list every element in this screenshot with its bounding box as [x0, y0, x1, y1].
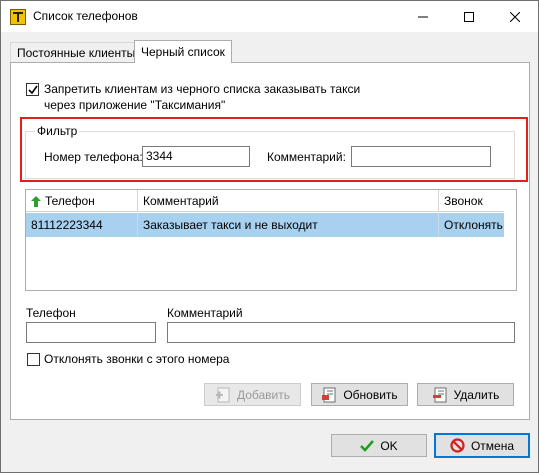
window-title: Список телефонов	[33, 9, 138, 23]
column-header-label: Телефон	[45, 194, 95, 208]
row-phone-cell: 81112223344	[26, 213, 138, 237]
title-bar[interactable]: Список телефонов	[1, 1, 538, 32]
blacklist-table[interactable]: Телефон Комментарий Звонок 81112223344 З…	[25, 189, 517, 291]
block-app-orders-checkbox[interactable]	[26, 83, 39, 96]
row-call-cell: Отклонять	[444, 218, 503, 232]
column-header-phone[interactable]: Телефон	[26, 190, 138, 212]
check-icon	[360, 439, 375, 452]
column-header-comment[interactable]: Комментарий	[138, 190, 439, 212]
maximize-icon	[464, 11, 474, 22]
delete-button[interactable]: Удалить	[417, 383, 514, 406]
column-header-call[interactable]: Звонок	[439, 190, 504, 212]
reject-calls-checkbox[interactable]	[27, 353, 40, 366]
minimize-button[interactable]	[400, 1, 446, 32]
tab-regular-clients[interactable]: Постоянные клиенты	[10, 42, 143, 63]
sort-up-arrow-icon	[31, 195, 41, 207]
checkmark-icon	[28, 85, 38, 95]
cancel-icon	[450, 438, 465, 453]
tab-blacklist[interactable]: Черный список	[134, 40, 232, 63]
add-icon	[215, 387, 230, 402]
comment-label: Комментарий	[167, 306, 243, 320]
ok-button[interactable]: OK	[331, 434, 427, 457]
tab-label: Постоянные клиенты	[17, 46, 136, 60]
block-app-orders-label-line1: Запретить клиентам из черного списка зак…	[44, 82, 361, 96]
update-button-label: Обновить	[343, 387, 398, 402]
delete-icon	[432, 387, 447, 402]
phone-list-window: Список телефонов Постоянные клиенты Черн…	[0, 0, 539, 473]
column-header-label: Комментарий	[143, 194, 219, 208]
reject-calls-label: Отклонять звонки с этого номера	[44, 352, 230, 366]
update-button[interactable]: Обновить	[311, 383, 408, 406]
minimize-icon	[418, 16, 428, 17]
cancel-button-label: Отмена	[470, 438, 515, 453]
add-button[interactable]: Добавить	[204, 383, 301, 406]
taxi-app-icon	[10, 9, 26, 25]
table-row[interactable]: 81112223344 Заказывает такси и не выходи…	[26, 213, 504, 237]
delete-button-label: Удалить	[453, 387, 500, 402]
block-app-orders-label-line2: через приложение "Таксимания"	[44, 98, 226, 112]
update-icon	[322, 387, 336, 402]
phone-input[interactable]	[26, 322, 156, 343]
tab-label: Черный список	[141, 45, 225, 59]
close-button[interactable]	[492, 1, 538, 32]
add-button-label: Добавить	[236, 387, 291, 402]
close-icon	[510, 11, 520, 22]
maximize-button[interactable]	[446, 1, 492, 32]
column-header-label: Звонок	[444, 194, 483, 208]
phone-label: Телефон	[26, 306, 76, 320]
table-header: Телефон Комментарий Звонок	[26, 190, 504, 212]
filter-highlight-frame	[20, 117, 528, 182]
cancel-button[interactable]: Отмена	[434, 433, 530, 458]
row-comment-cell: Заказывает такси и не выходит	[138, 213, 439, 237]
ok-button-label: OK	[380, 438, 398, 453]
comment-input[interactable]	[167, 322, 515, 343]
